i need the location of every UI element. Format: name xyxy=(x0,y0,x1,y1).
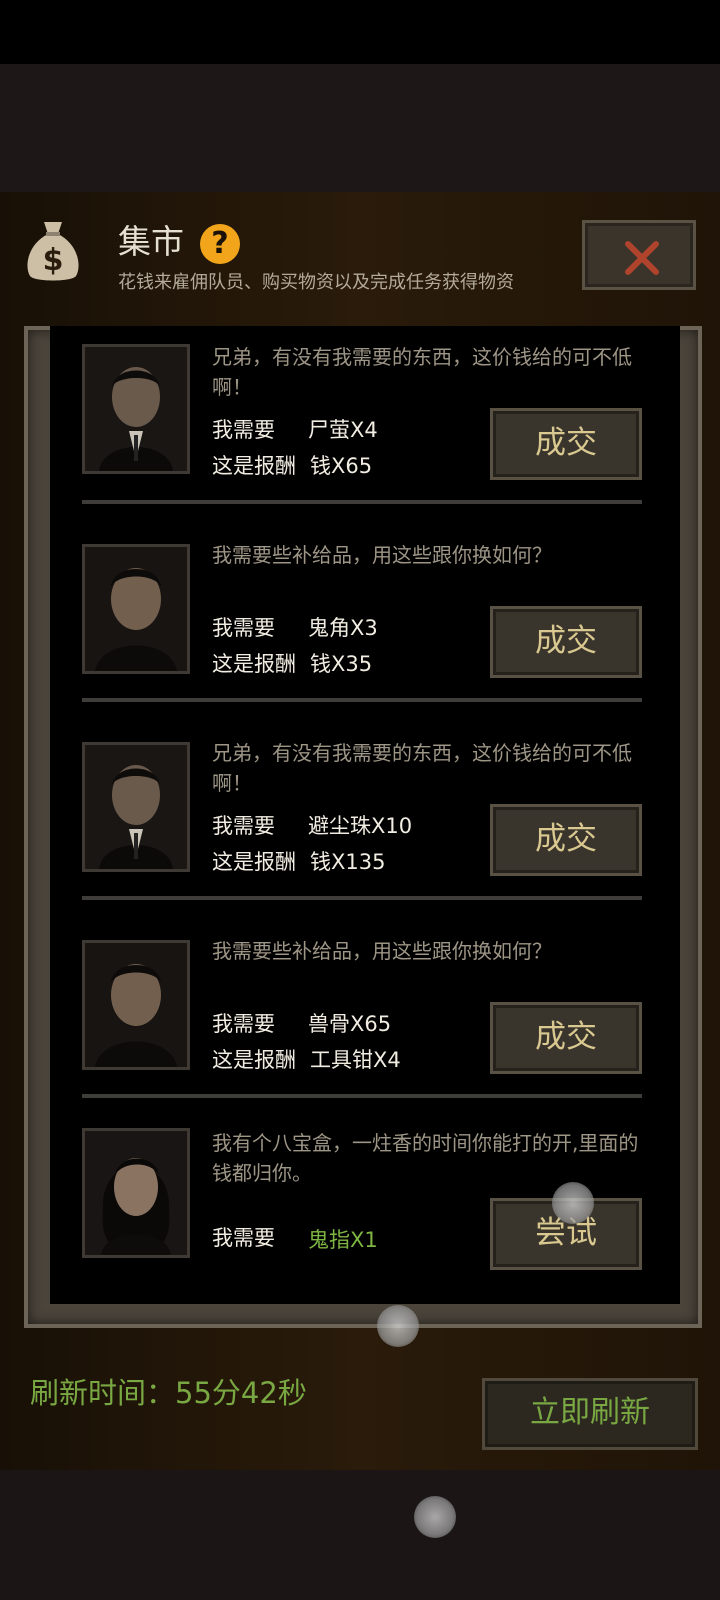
trader-portrait xyxy=(82,544,190,674)
need-item: 鬼角X3 xyxy=(308,616,378,640)
deal-button[interactable]: 成交 xyxy=(490,1002,642,1074)
help-icon[interactable]: ? xyxy=(200,224,240,264)
trader-portrait xyxy=(82,344,190,474)
reward-item: 工具钳X4 xyxy=(310,1048,401,1072)
reward-item: 钱X35 xyxy=(310,652,373,676)
need-label: 我需要 xyxy=(212,814,275,838)
deal-button[interactable]: 成交 xyxy=(490,804,642,876)
touch-indicator xyxy=(414,1496,456,1538)
row-divider xyxy=(82,896,642,900)
reward-label: 这是报酬 xyxy=(212,850,296,874)
offer-item: 兄弟，有没有我需要的东西，这价钱给的可不低啊！ 我需要 尸萤X4 这是报酬 钱X… xyxy=(50,326,680,524)
reward-label: 这是报酬 xyxy=(212,454,296,478)
trader-dialogue: 我有个八宝盒，一炷香的时间你能打的开,里面的钱都归你。 xyxy=(212,1131,639,1185)
need-item: 鬼指X1 xyxy=(308,1228,378,1252)
trader-dialogue: 我需要些补给品，用这些跟你换如何？ xyxy=(212,543,552,567)
status-bar xyxy=(0,0,720,64)
need-item: 避尘珠X10 xyxy=(308,814,413,838)
panel-header: $ 集市 ? 花钱来雇佣队员、购买物资以及完成任务获得物资 xyxy=(0,192,720,322)
row-divider xyxy=(82,698,642,702)
page-title: 集市 xyxy=(118,222,184,261)
deal-button[interactable]: 成交 xyxy=(490,606,642,678)
reward-label: 这是报酬 xyxy=(212,652,296,676)
refresh-time: 55分42秒 xyxy=(175,1376,307,1410)
dimmed-background xyxy=(0,64,720,192)
deal-button[interactable]: 成交 xyxy=(490,408,642,480)
offer-item: 我需要些补给品，用这些跟你换如何？ 我需要 兽骨X65 这是报酬 工具钳X4 成… xyxy=(50,920,680,1118)
svg-text:$: $ xyxy=(43,243,64,278)
close-icon xyxy=(622,238,662,278)
trader-dialogue: 我需要些补给品，用这些跟你换如何？ xyxy=(212,939,552,963)
trader-dialogue: 兄弟，有没有我需要的东西，这价钱给的可不低啊！ xyxy=(212,741,632,795)
money-bag-icon: $ xyxy=(22,218,84,284)
close-button[interactable] xyxy=(582,220,696,290)
touch-indicator xyxy=(552,1182,594,1224)
reward-item: 钱X65 xyxy=(310,454,373,478)
need-label: 我需要 xyxy=(212,1226,275,1250)
row-divider xyxy=(82,500,642,504)
page-subtitle: 花钱来雇佣队员、购买物资以及完成任务获得物资 xyxy=(118,272,514,293)
trader-dialogue: 兄弟，有没有我需要的东西，这价钱给的可不低啊！ xyxy=(212,345,632,399)
need-label: 我需要 xyxy=(212,1012,275,1036)
need-item: 兽骨X65 xyxy=(308,1012,392,1036)
trader-portrait xyxy=(82,940,190,1070)
row-divider xyxy=(82,1094,642,1098)
need-label: 我需要 xyxy=(212,616,275,640)
reward-label: 这是报酬 xyxy=(212,1048,296,1072)
refresh-now-button[interactable]: 立即刷新 xyxy=(482,1378,698,1450)
trader-portrait xyxy=(82,1128,190,1258)
market-panel: $ 集市 ? 花钱来雇佣队员、购买物资以及完成任务获得物资 兄弟，有没有我需要的… xyxy=(0,192,720,1470)
touch-indicator xyxy=(377,1305,419,1347)
need-item: 尸萤X4 xyxy=(308,418,378,442)
offer-item: 我需要些补给品，用这些跟你换如何？ 我需要 鬼角X3 这是报酬 钱X35 成交 xyxy=(50,524,680,722)
trader-portrait xyxy=(82,742,190,872)
reward-item: 钱X135 xyxy=(310,850,386,874)
offer-item: 兄弟，有没有我需要的东西，这价钱给的可不低啊！ 我需要 避尘珠X10 这是报酬 … xyxy=(50,722,680,920)
refresh-label: 刷新时间： xyxy=(30,1376,176,1410)
offer-list[interactable]: 兄弟，有没有我需要的东西，这价钱给的可不低啊！ 我需要 尸萤X4 这是报酬 钱X… xyxy=(50,326,680,1304)
need-label: 我需要 xyxy=(212,418,275,442)
refresh-timer: 刷新时间：55分42秒 xyxy=(30,1370,307,1412)
